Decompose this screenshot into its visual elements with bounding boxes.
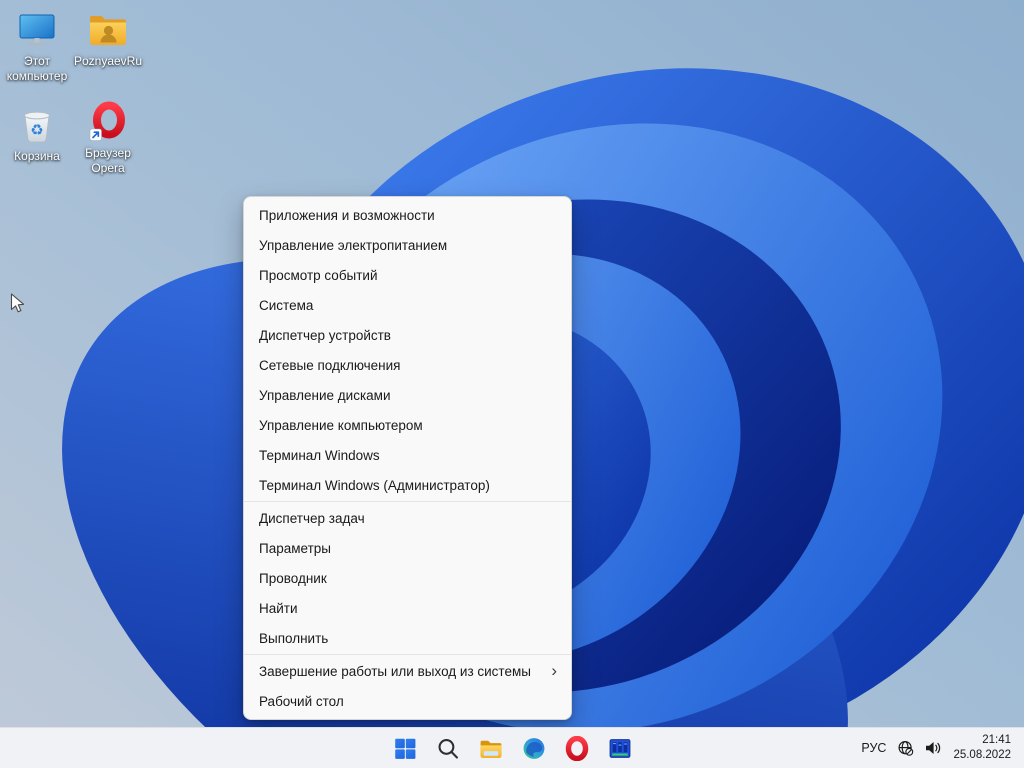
this-pc-icon — [19, 14, 55, 46]
chevron-right-icon: › — [551, 660, 557, 680]
volume-icon[interactable] — [925, 741, 942, 755]
menu-item-label: Система — [259, 297, 314, 313]
menu-item-apps-features[interactable]: Приложения и возможности — [244, 200, 571, 230]
taskbar-start-button[interactable] — [385, 731, 425, 765]
language-indicator[interactable]: РУС — [861, 741, 886, 755]
menu-item-label: Приложения и возможности — [259, 207, 435, 223]
menu-item-system[interactable]: Система — [244, 290, 571, 320]
winx-context-menu: Приложения и возможности Управление элек… — [243, 196, 572, 720]
menu-item-label: Завершение работы или выход из системы — [259, 663, 531, 679]
menu-item-desktop[interactable]: Рабочий стол — [244, 686, 571, 716]
edge-icon — [523, 737, 544, 759]
user-folder-icon — [90, 16, 126, 45]
clock[interactable]: 21:41 25.08.2022 — [953, 733, 1011, 763]
menu-item-label: Выполнить — [259, 630, 329, 646]
menu-item-task-manager[interactable]: Диспетчер задач — [244, 503, 571, 533]
windows-11-desktop: Этот компьютер PoznyaevRu ♻ Корзина Брау… — [0, 0, 1024, 768]
menu-item-network-connections[interactable]: Сетевые подключения — [244, 350, 571, 380]
opera-icon — [565, 735, 588, 761]
file-explorer-icon — [480, 740, 501, 758]
system-tray: РУС 21:41 25.08.2022 — [861, 728, 1024, 768]
clock-date: 25.08.2022 — [953, 749, 1011, 761]
desktop-icon-recycle-bin[interactable]: ♻ Корзина — [0, 103, 74, 164]
menu-item-label: Диспетчер задач — [259, 510, 365, 526]
taskbar-edge-button[interactable] — [514, 731, 554, 765]
desktop-icon-this-pc[interactable]: Этот компьютер — [0, 8, 74, 84]
menu-separator — [244, 501, 571, 502]
menu-item-run[interactable]: Выполнить — [244, 623, 571, 653]
menu-item-file-explorer[interactable]: Проводник — [244, 563, 571, 593]
recycle-bin-icon: ♻ — [24, 111, 50, 143]
network-globe-no-internet-icon[interactable] — [897, 740, 914, 756]
menu-item-event-viewer[interactable]: Просмотр событий — [244, 260, 571, 290]
desktop-icon-label: PoznyaevRu — [73, 54, 143, 68]
desktop-icon-label: Этот компьютер — [6, 54, 68, 83]
menu-item-search[interactable]: Найти — [244, 593, 571, 623]
menu-item-label: Найти — [259, 600, 298, 616]
menu-item-label: Просмотр событий — [259, 267, 378, 283]
menu-item-device-manager[interactable]: Диспетчер устройств — [244, 320, 571, 350]
menu-item-computer-management[interactable]: Управление компьютером — [244, 410, 571, 440]
menu-item-label: Управление компьютером — [259, 417, 423, 433]
taskbar-opera-button[interactable] — [557, 731, 597, 765]
taskbar-center-icons — [385, 728, 640, 768]
desktop-icon-label: Браузер Opera — [85, 146, 131, 175]
menu-separator — [244, 654, 571, 655]
search-icon — [438, 738, 458, 759]
menu-item-label: Терминал Windows — [259, 447, 380, 463]
desktop-icon-label: Корзина — [14, 149, 60, 163]
clock-time: 21:41 — [982, 734, 1011, 747]
menu-item-label: Проводник — [259, 570, 327, 586]
task-manager-icon — [609, 738, 630, 758]
menu-item-windows-terminal[interactable]: Терминал Windows — [244, 440, 571, 470]
menu-item-label: Диспетчер устройств — [259, 327, 391, 343]
start-icon — [394, 738, 415, 759]
menu-item-shutdown-signout[interactable]: Завершение работы или выход из системы › — [244, 656, 571, 686]
menu-item-label: Сетевые подключения — [259, 357, 401, 373]
taskbar-search-button[interactable] — [428, 731, 468, 765]
menu-item-windows-terminal-admin[interactable]: Терминал Windows (Администратор) — [244, 470, 571, 500]
menu-item-label: Управление электропитанием — [259, 237, 448, 253]
desktop-icon-user-folder[interactable]: PoznyaevRu — [71, 8, 145, 69]
taskbar: РУС 21:41 25.08.2022 — [0, 727, 1024, 768]
taskbar-explorer-button[interactable] — [471, 731, 511, 765]
menu-item-disk-management[interactable]: Управление дисками — [244, 380, 571, 410]
opera-icon — [89, 101, 125, 141]
menu-item-settings[interactable]: Параметры — [244, 533, 571, 563]
menu-item-label: Терминал Windows (Администратор) — [259, 477, 490, 493]
menu-item-label: Рабочий стол — [259, 693, 344, 709]
menu-item-label: Управление дисками — [259, 387, 391, 403]
menu-item-power-options[interactable]: Управление электропитанием — [244, 230, 571, 260]
taskbar-task-manager-button[interactable] — [600, 731, 640, 765]
menu-item-label: Параметры — [259, 540, 331, 556]
svg-text:♻: ♻ — [30, 121, 43, 139]
desktop-icon-opera-browser[interactable]: Браузер Opera — [71, 100, 145, 176]
